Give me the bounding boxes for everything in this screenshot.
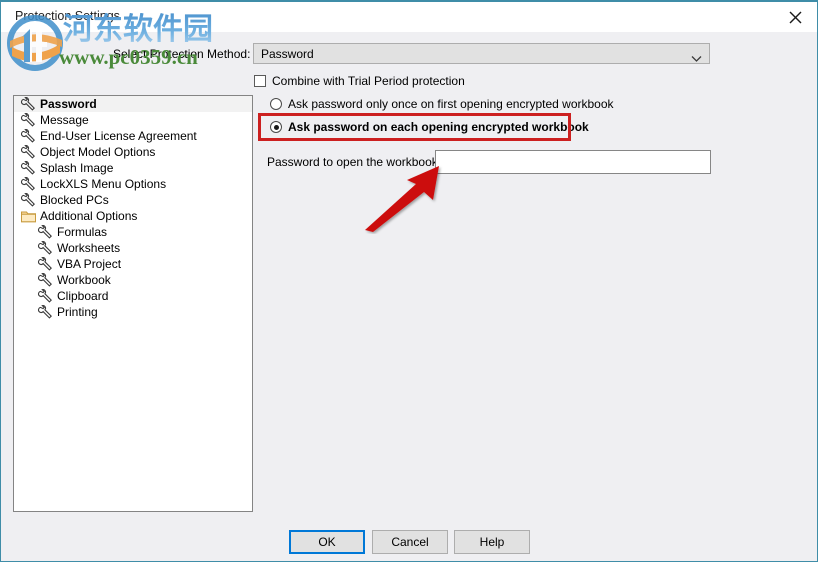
ok-button[interactable]: OK (289, 530, 365, 554)
tree-item-splash-image[interactable]: Splash Image (14, 160, 252, 176)
tree-item-message[interactable]: Message (14, 112, 252, 128)
close-icon (789, 11, 802, 24)
tree-item-label: Clipboard (57, 289, 109, 303)
protection-method-dropdown[interactable]: Password (253, 43, 710, 64)
tree-item-printing[interactable]: Printing (14, 304, 252, 320)
radio-ask-password-each[interactable]: Ask password on each opening encrypted w… (270, 119, 589, 135)
wrench-icon (20, 192, 37, 208)
wrench-icon (37, 224, 54, 240)
tree-item-clipboard[interactable]: Clipboard (14, 288, 252, 304)
tree-item-label: VBA Project (57, 257, 122, 271)
tree-item-label: Workbook (57, 273, 111, 287)
checkbox-box-icon (254, 75, 266, 87)
combine-trial-checkbox-label: Combine with Trial Period protection (272, 74, 465, 88)
tree-item-label: Blocked PCs (40, 193, 109, 207)
wrench-icon (37, 288, 54, 304)
tree-item-label: Worksheets (57, 241, 121, 255)
tree-item-label: LockXLS Menu Options (40, 177, 167, 191)
select-protection-method-label: Select Protection Method: (113, 47, 251, 61)
tree-item-label: Additional Options (40, 209, 138, 223)
wrench-icon (20, 128, 37, 144)
wrench-icon (20, 112, 37, 128)
tree-item-label: Printing (57, 305, 98, 319)
tree-item-label: Formulas (57, 225, 108, 239)
protection-method-value: Password (261, 47, 314, 61)
wrench-icon (20, 176, 37, 192)
tree-item-label: Password (40, 97, 97, 111)
wrench-icon (37, 240, 54, 256)
wrench-icon (37, 304, 54, 320)
protection-options-tree[interactable]: Password Message End-User License Agreem… (13, 95, 253, 512)
tree-item-label: Message (40, 113, 89, 127)
title-bar: Protection Settings (1, 2, 817, 32)
tree-item-label: End-User License Agreement (40, 129, 197, 143)
radio-ask-password-once-label: Ask password only once on first opening … (288, 97, 614, 111)
wrench-icon (20, 144, 37, 160)
tree-item-worksheets[interactable]: Worksheets (14, 240, 252, 256)
close-button[interactable] (773, 2, 817, 32)
tree-item-formulas[interactable]: Formulas (14, 224, 252, 240)
tree-item-vba-project[interactable]: VBA Project (14, 256, 252, 272)
tree-item-label: Splash Image (40, 161, 114, 175)
wrench-icon (20, 96, 37, 112)
tree-item-lockxls-menu-options[interactable]: LockXLS Menu Options (14, 176, 252, 192)
chevron-down-icon (691, 50, 702, 68)
combine-trial-checkbox[interactable]: Combine with Trial Period protection (254, 73, 465, 89)
tree-item-workbook[interactable]: Workbook (14, 272, 252, 288)
tree-item-password[interactable]: Password (14, 96, 252, 112)
tree-item-end-user-license-agreement[interactable]: End-User License Agreement (14, 128, 252, 144)
page-title: Protection Settings (15, 9, 120, 23)
password-field-label: Password to open the workbook: (267, 155, 442, 169)
tree-item-label: Object Model Options (40, 145, 156, 159)
tree-item-additional-options[interactable]: Additional Options (14, 208, 252, 224)
radio-ask-password-each-label: Ask password on each opening encrypted w… (288, 120, 589, 134)
radio-circle-icon (270, 98, 282, 110)
radio-circle-selected-icon (270, 121, 282, 133)
cancel-button[interactable]: Cancel (372, 530, 448, 554)
tree-item-blocked-pcs[interactable]: Blocked PCs (14, 192, 252, 208)
password-input[interactable] (435, 150, 711, 174)
wrench-icon (37, 256, 54, 272)
tree-item-object-model-options[interactable]: Object Model Options (14, 144, 252, 160)
wrench-icon (37, 272, 54, 288)
folder-icon (20, 209, 37, 224)
wrench-icon (20, 160, 37, 176)
help-button[interactable]: Help (454, 530, 530, 554)
protection-settings-dialog: Protection Settings www.pc0359.cn Select… (0, 0, 818, 562)
radio-ask-password-once[interactable]: Ask password only once on first opening … (270, 96, 614, 112)
